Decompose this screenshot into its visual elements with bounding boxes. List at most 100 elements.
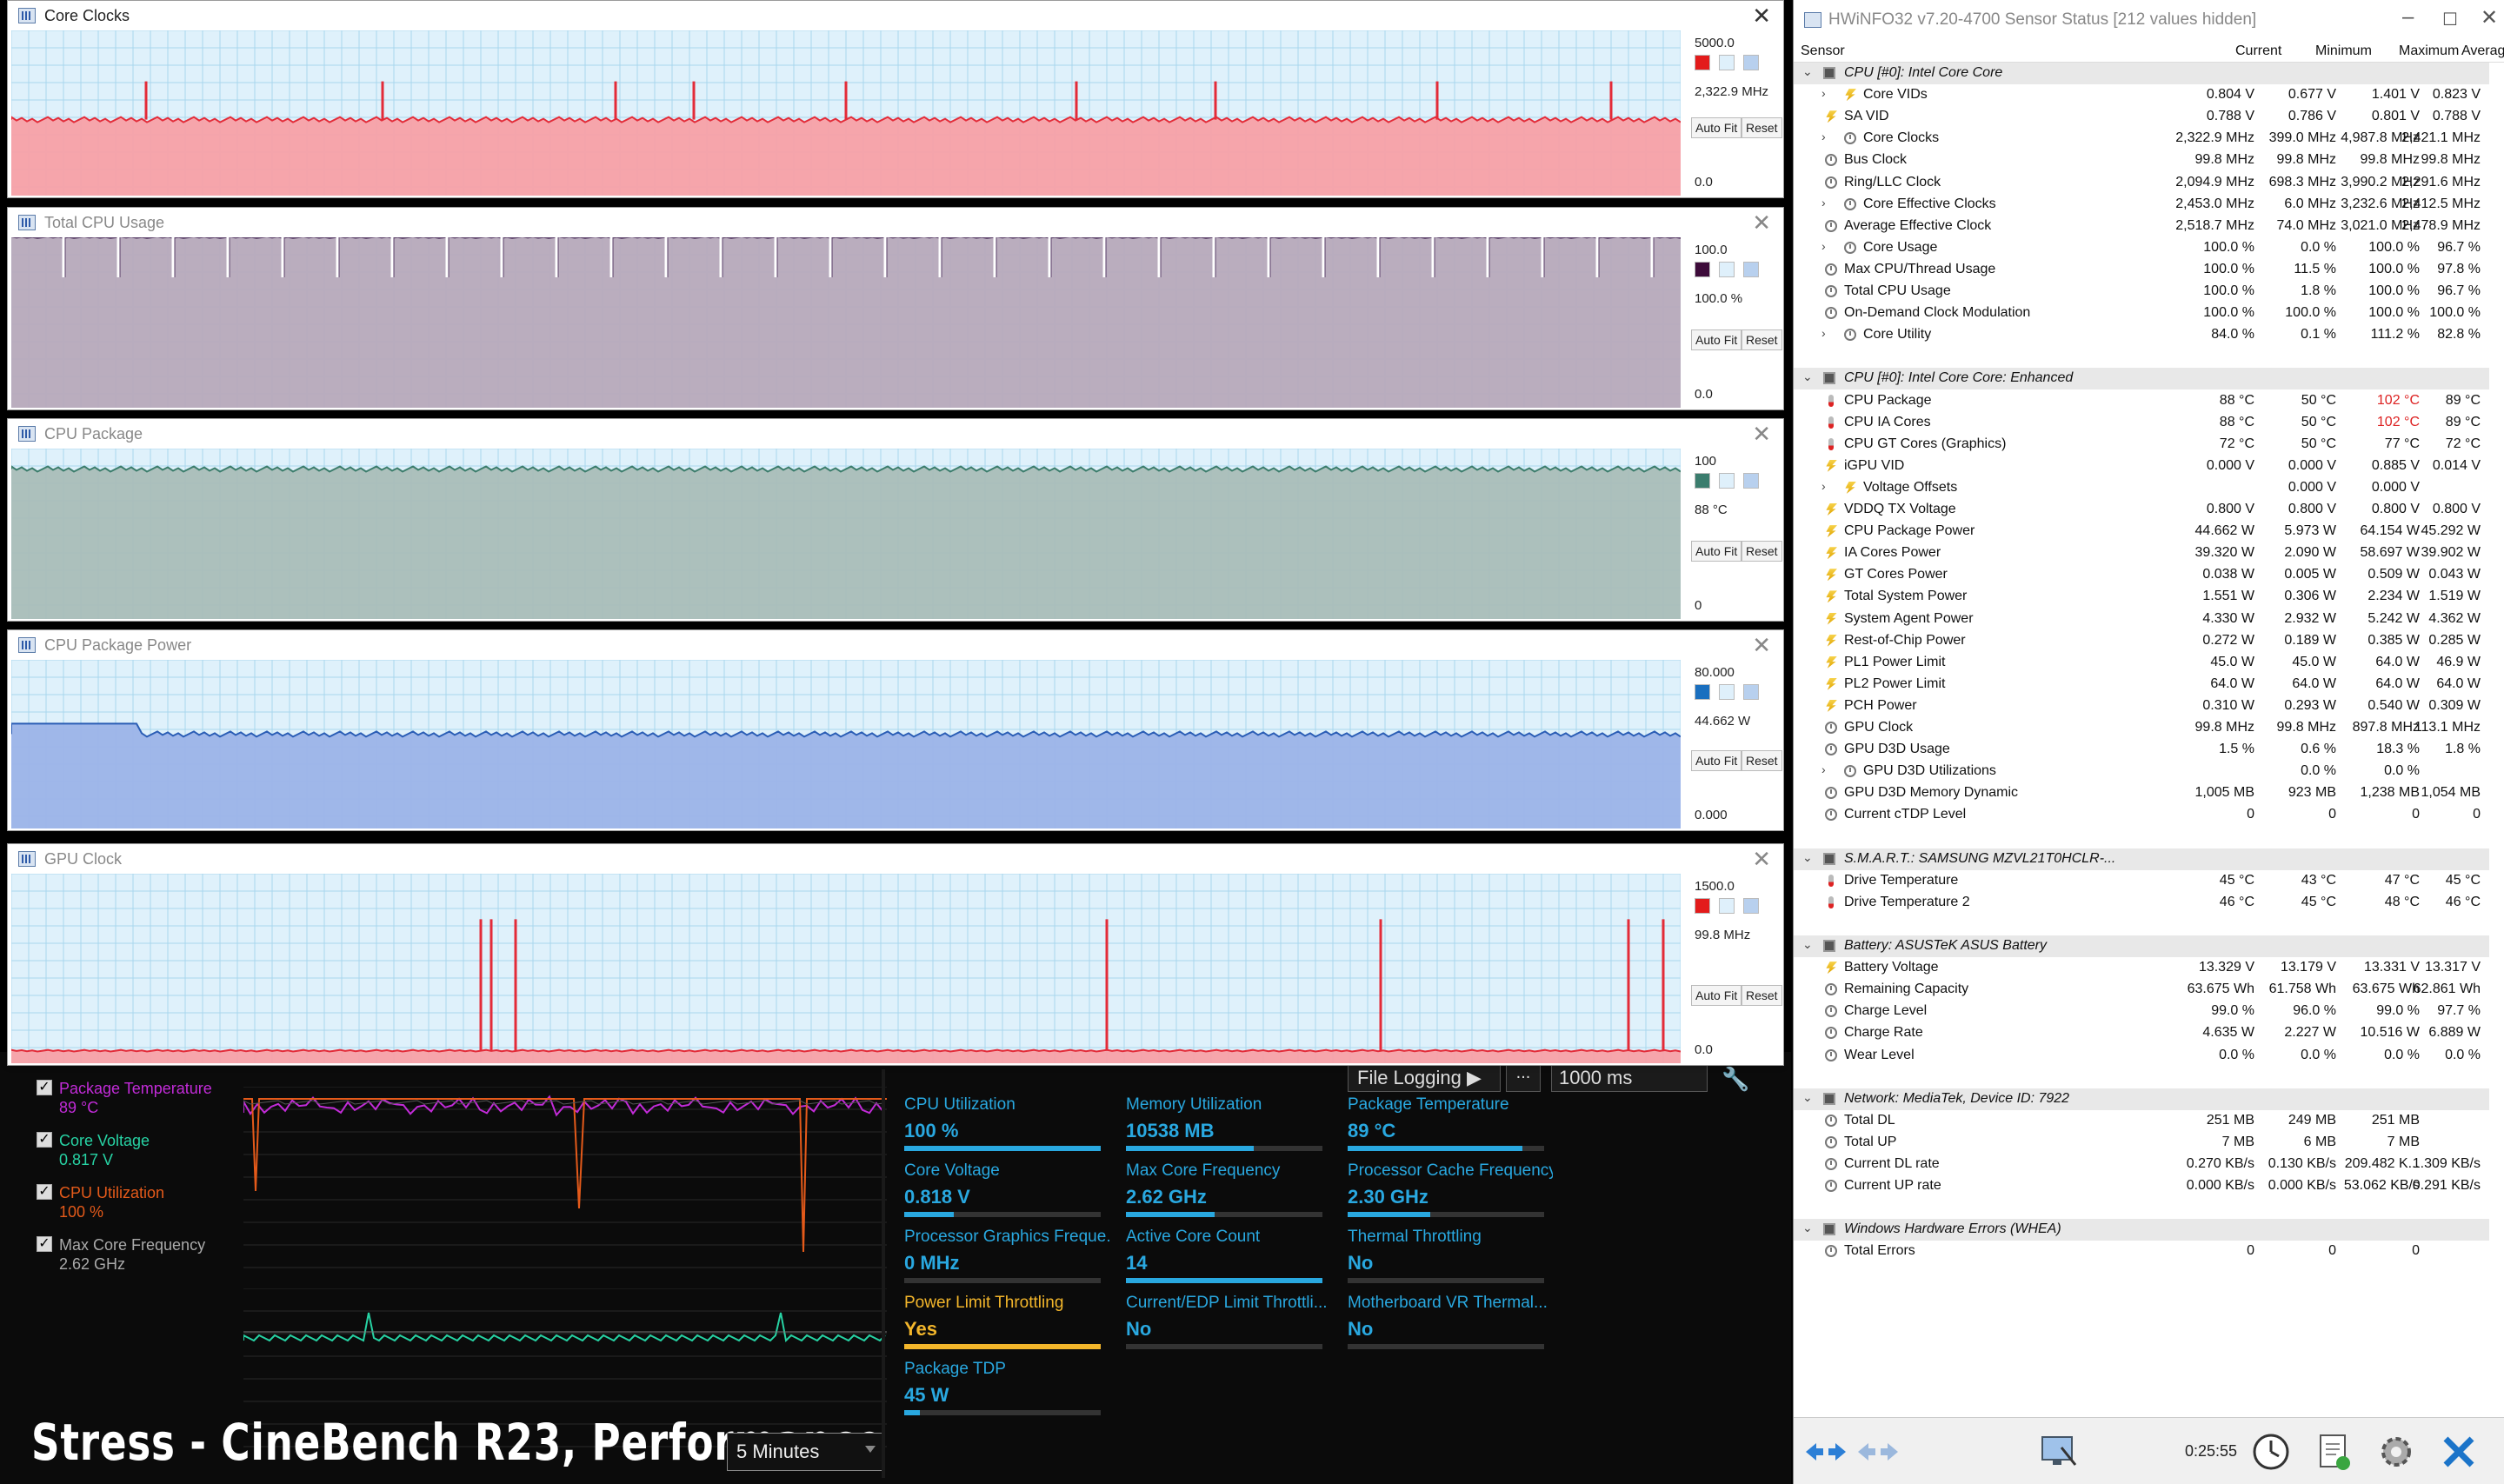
maximize-icon[interactable]: ☐ [2442, 9, 2458, 30]
color-swatch[interactable] [1695, 262, 1710, 277]
reset-button[interactable]: Reset [1741, 117, 1782, 138]
sensor-row[interactable]: › Core Usage 100.0 % 0.0 % 100.0 % 96.7 % [1794, 237, 2489, 259]
interval-select[interactable]: 1000 ms [1551, 1062, 1708, 1092]
close-icon[interactable]: ✕ [1752, 632, 1771, 659]
legend-checkbox[interactable]: ✓ [37, 1236, 52, 1252]
arrows-left-right-icon[interactable] [1802, 1430, 1849, 1474]
sensor-row[interactable]: Drive Temperature 2 46 °C 45 °C 48 °C 46 °C [1794, 892, 2489, 914]
close-icon[interactable]: ✕ [1752, 421, 1771, 448]
sensor-row[interactable]: CPU Package 88 °C 50 °C 102 °C 89 °C [1794, 390, 2489, 412]
grid-swatch[interactable] [1743, 262, 1759, 277]
sensor-row[interactable]: CPU IA Cores 88 °C 50 °C 102 °C 89 °C [1794, 412, 2489, 434]
browse-button[interactable]: ... [1506, 1062, 1541, 1092]
color-swatch[interactable] [1695, 898, 1710, 914]
sensor-row[interactable]: Current DL rate 0.270 KB/s 0.130 KB/s 209.4… [1794, 1154, 2489, 1175]
chevron-down-icon[interactable]: ⌄ [1802, 1221, 1813, 1235]
sensor-group[interactable]: ⌄ Battery: ASUSTeK ASUS Battery [1794, 935, 2489, 957]
sensor-row[interactable]: › Core VIDs 0.804 V 0.677 V 1.401 V 0.823 V [1794, 84, 2489, 106]
grid-swatch[interactable] [1743, 684, 1759, 700]
legend-checkbox[interactable]: ✓ [37, 1132, 52, 1148]
reset-button[interactable]: Reset [1741, 985, 1782, 1006]
legend-checkbox[interactable]: ✓ [37, 1184, 52, 1200]
gear-icon[interactable] [2373, 1430, 2420, 1474]
sensor-row[interactable]: GT Cores Power 0.038 W 0.005 W 0.509 W 0.043… [1794, 564, 2489, 586]
report-icon[interactable] [2310, 1430, 2357, 1474]
chevron-down-icon[interactable]: ⌄ [1802, 1090, 1813, 1105]
sensor-row[interactable]: GPU Clock 99.8 MHz 99.8 MHz 897.8 MHz 113.1 … [1794, 717, 2489, 739]
col-minimum[interactable]: Minimum [2315, 43, 2372, 59]
sensor-row[interactable]: SA VID 0.788 V 0.786 V 0.801 V 0.788 V [1794, 106, 2489, 128]
sensor-row[interactable]: Max CPU/Thread Usage 100.0 % 11.5 % 100.0 %… [1794, 259, 2489, 281]
chevron-right-icon[interactable]: › [1821, 196, 1826, 210]
grid-swatch[interactable] [1743, 55, 1759, 70]
sensor-row[interactable]: Rest-of-Chip Power 0.272 W 0.189 W 0.385 W0… [1794, 630, 2489, 652]
sensor-row[interactable]: Charge Rate 4.635 W 2.227 W 10.516 W 6.889 W [1794, 1022, 2489, 1044]
reset-button[interactable]: Reset [1741, 329, 1782, 350]
sensor-row[interactable]: Total Errors 0 0 0 [1794, 1241, 2489, 1262]
graph-title-bar[interactable]: Total CPU Usage ✕ [8, 208, 1783, 237]
sensor-row[interactable]: Total CPU Usage 100.0 % 1.8 % 100.0 % 96.7 % [1794, 281, 2489, 303]
col-sensor[interactable]: Sensor [1801, 43, 1845, 59]
sensor-row[interactable]: Current UP rate 0.000 KB/s 0.000 KB/s 53.06… [1794, 1175, 2489, 1197]
sensor-row[interactable]: PL1 Power Limit 45.0 W 45.0 W 64.0 W 46.9 W [1794, 652, 2489, 674]
col-maximum[interactable]: Maximum [2399, 43, 2459, 59]
chevron-down-icon[interactable]: ⌄ [1802, 850, 1813, 865]
clock-icon[interactable] [2248, 1430, 2294, 1474]
chevron-right-icon[interactable]: › [1821, 326, 1826, 340]
sensor-row[interactable]: › Core Utility 84.0 % 0.1 % 111.2 % 82.8 % [1794, 324, 2489, 346]
bg-swatch[interactable] [1719, 473, 1735, 489]
graph-window[interactable]: Total CPU Usage ✕ 100.0 100.0 % Auto Fit Rese… [7, 207, 1784, 410]
sensor-row[interactable]: IA Cores Power 39.320 W 2.090 W 58.697 W 39.… [1794, 542, 2489, 564]
sensor-group[interactable]: ⌄ CPU [#0]: Intel Core Core [1794, 63, 2489, 84]
sensor-row[interactable]: Drive Temperature 45 °C 43 °C 47 °C 45 °C [1794, 870, 2489, 892]
sensor-row[interactable]: PCH Power 0.310 W 0.293 W 0.540 W 0.309 W [1794, 695, 2489, 717]
duration-select[interactable]: 5 Minutes [727, 1433, 883, 1471]
auto-fit-button[interactable]: Auto Fit [1691, 117, 1742, 138]
chevron-down-icon[interactable]: ⌄ [1802, 369, 1813, 384]
sensor-row[interactable]: › Core Clocks 2,322.9 MHz 399.0 MHz 4,987.8 … [1794, 128, 2489, 150]
sensor-group[interactable]: ⌄ Network: MediaTek, Device ID: 7922 [1794, 1088, 2489, 1110]
sensor-row[interactable]: Charge Level 99.0 % 96.0 % 99.0 % 97.7 % [1794, 1001, 2489, 1022]
bg-swatch[interactable] [1719, 684, 1735, 700]
minimize-icon[interactable]: – [2402, 5, 2414, 30]
close-icon[interactable]: ✕ [1752, 846, 1771, 873]
chevron-down-icon[interactable]: ⌄ [1802, 64, 1813, 79]
chevron-right-icon[interactable]: › [1821, 762, 1826, 776]
graph-title-bar[interactable]: CPU Package ✕ [8, 419, 1783, 449]
close-icon[interactable]: ✕ [1752, 3, 1771, 30]
sensor-row[interactable]: Bus Clock 99.8 MHz 99.8 MHz 99.8 MHz 99.8 MH… [1794, 150, 2489, 171]
graph-title-bar[interactable]: GPU Clock ✕ [8, 844, 1783, 874]
sensor-row[interactable]: › Core Effective Clocks 2,453.0 MHz 6.0 MHz… [1794, 194, 2489, 216]
sensor-group[interactable]: ⌄ S.M.A.R.T.: SAMSUNG MZVL21T0HCLR-... [1794, 848, 2489, 870]
sensor-row[interactable]: Average Effective Clock 2,518.7 MHz 74.0 M… [1794, 216, 2489, 237]
auto-fit-button[interactable]: Auto Fit [1691, 750, 1742, 771]
grid-swatch[interactable] [1743, 473, 1759, 489]
color-swatch[interactable] [1695, 684, 1710, 700]
auto-fit-button[interactable]: Auto Fit [1691, 985, 1742, 1006]
sensor-row[interactable]: CPU GT Cores (Graphics) 72 °C 50 °C 77 °C 72… [1794, 434, 2489, 456]
sensor-row[interactable]: PL2 Power Limit 64.0 W 64.0 W 64.0 W 64.0 W [1794, 674, 2489, 695]
sensor-row[interactable]: Remaining Capacity 63.675 Wh 61.758 Wh 63.6… [1794, 979, 2489, 1001]
sensor-row[interactable]: VDDQ TX Voltage 0.800 V 0.800 V 0.800 V 0.80… [1794, 499, 2489, 521]
chevron-right-icon[interactable]: › [1821, 130, 1826, 143]
sensor-row[interactable]: GPU D3D Usage 1.5 % 0.6 % 18.3 % 1.8 % [1794, 739, 2489, 761]
auto-fit-button[interactable]: Auto Fit [1691, 541, 1742, 562]
close-icon[interactable]: ✕ [2481, 5, 2498, 30]
bg-swatch[interactable] [1719, 262, 1735, 277]
sensor-row[interactable]: Current cTDP Level 0 0 0 0 [1794, 804, 2489, 826]
sensor-row[interactable]: Wear Level 0.0 % 0.0 % 0.0 % 0.0 % [1794, 1045, 2489, 1067]
monitor-icon[interactable] [2035, 1430, 2082, 1474]
grid-swatch[interactable] [1743, 898, 1759, 914]
sensor-group[interactable]: ⌄ Windows Hardware Errors (WHEA) [1794, 1219, 2489, 1241]
sensor-group[interactable]: ⌄ CPU [#0]: Intel Core Core: Enhanced [1794, 368, 2489, 390]
sensor-row[interactable]: System Agent Power 4.330 W 2.932 W 5.242 W4… [1794, 609, 2489, 630]
auto-fit-button[interactable]: Auto Fit [1691, 329, 1742, 350]
graph-window[interactable]: Core Clocks ✕ 5000.0 2,322.9 MHz Auto Fit Res… [7, 0, 1784, 198]
bg-swatch[interactable] [1719, 55, 1735, 70]
graph-title-bar[interactable]: Core Clocks ✕ [8, 1, 1783, 30]
col-average[interactable]: Average [2461, 43, 2504, 59]
sensor-row[interactable]: Battery Voltage 13.329 V 13.179 V 13.331 V1… [1794, 957, 2489, 979]
sensor-row[interactable]: › GPU D3D Utilizations 0.0 % 0.0 % [1794, 761, 2489, 782]
chevron-right-icon[interactable]: › [1821, 239, 1826, 253]
sensor-row[interactable]: GPU D3D Memory Dynamic 1,005 MB 923 MB 1,23… [1794, 782, 2489, 804]
